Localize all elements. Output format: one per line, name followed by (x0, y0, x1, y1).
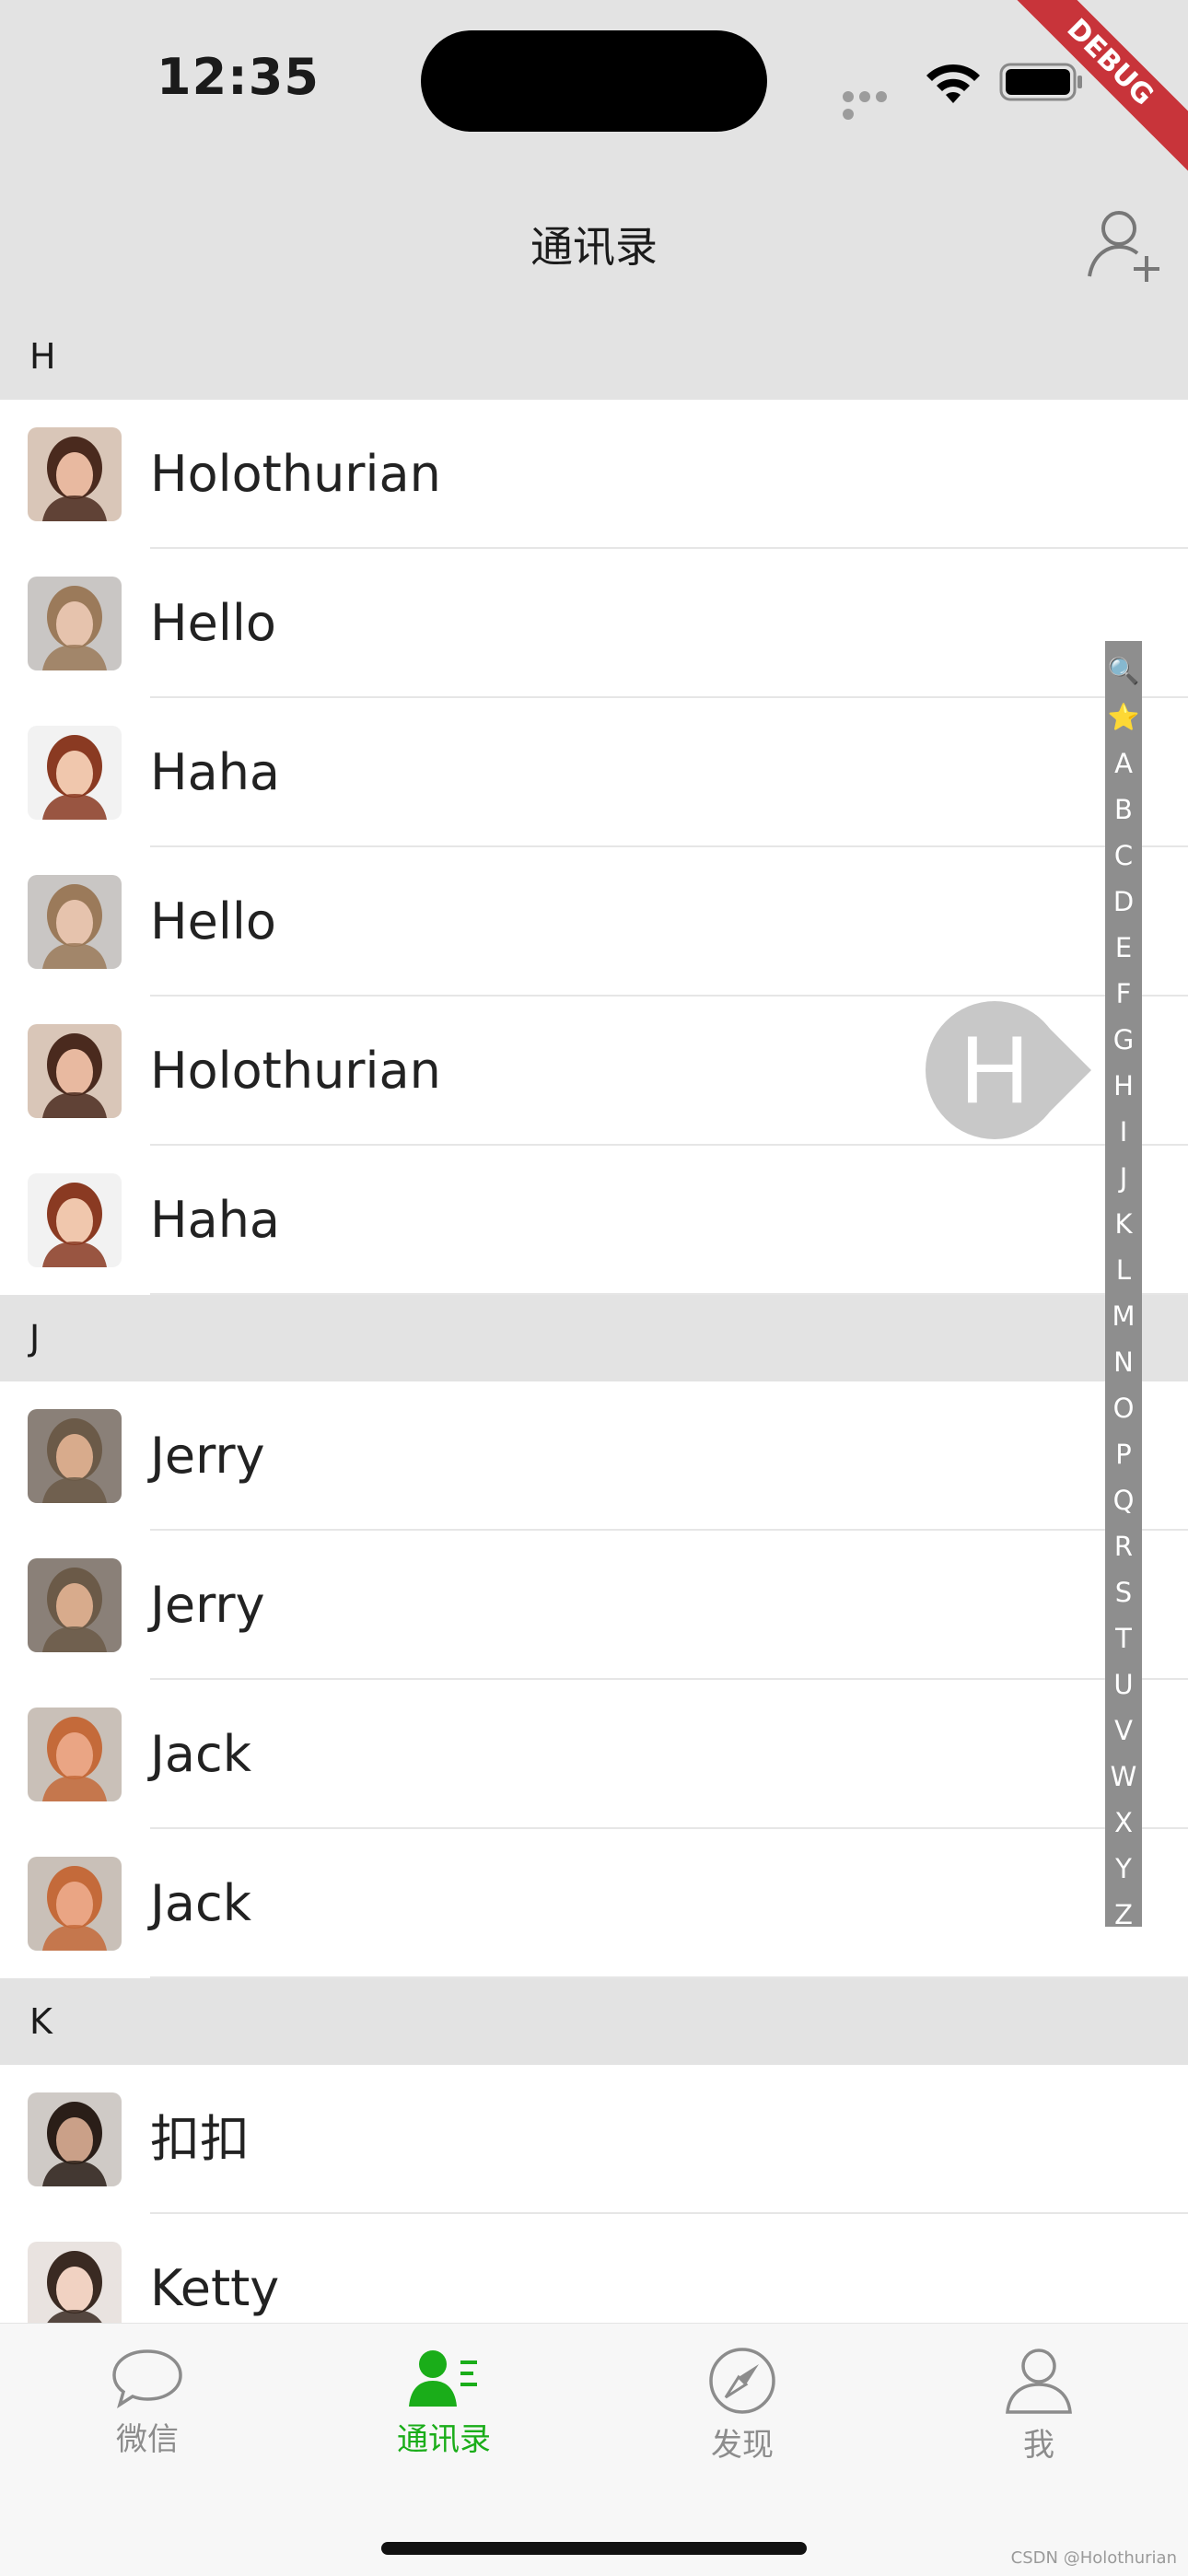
contact-row[interactable]: Ketty (0, 2214, 1188, 2323)
contact-name: Jerry (150, 1427, 265, 1485)
index-letter[interactable]: O (1105, 1385, 1142, 1431)
tab-contacts[interactable]: 通讯录 (352, 2346, 536, 2475)
contact-name: 扣扣 (150, 2110, 250, 2168)
debug-label: DEBUG (1004, 0, 1188, 184)
index-letter[interactable]: J (1105, 1155, 1142, 1201)
index-letter[interactable]: D (1105, 879, 1142, 925)
avatar (28, 427, 122, 521)
contact-name: Haha (150, 743, 281, 801)
alphabet-index-bar[interactable]: 🔍 ⭐ A B C D E F G H I J K L M N O P Q R S T U V W X Y Z (1105, 641, 1142, 1930)
contact-row[interactable]: Hello (0, 549, 1188, 698)
index-letter[interactable]: L (1105, 1247, 1142, 1293)
contact-row[interactable]: 扣扣 (0, 2065, 1188, 2214)
avatar (28, 1857, 122, 1951)
index-letter[interactable]: G (1105, 1017, 1142, 1063)
status-time: 12:35 (157, 48, 320, 106)
index-letter[interactable]: N (1105, 1339, 1142, 1385)
avatar (28, 1708, 122, 1801)
tab-discover-label: 发现 (711, 2427, 774, 2464)
tab-chats[interactable]: 微信 (55, 2346, 239, 2475)
contact-list[interactable]: H Holothurian Hello Haha Hello Holothuri… (0, 313, 1188, 2323)
status-bar: 12:35 DEBUG (0, 0, 1188, 184)
index-letter[interactable]: R (1105, 1523, 1142, 1569)
signal-icon (843, 88, 907, 120)
avatar (28, 2092, 122, 2186)
index-letter[interactable]: Q (1105, 1477, 1142, 1523)
contact-name: Jack (150, 1874, 251, 1932)
contact-row[interactable]: Jerry (0, 1381, 1188, 1531)
chat-bubble-icon (112, 2349, 182, 2408)
contact-row[interactable]: Haha (0, 1146, 1188, 1295)
tab-discover[interactable]: 发现 (650, 2346, 834, 2475)
contact-row[interactable]: Jerry (0, 1531, 1188, 1680)
tab-contacts-label: 通讯录 (397, 2421, 491, 2458)
tab-chats-label: 微信 (116, 2421, 179, 2458)
person-icon (1006, 2349, 1072, 2414)
contact-row[interactable]: Jack (0, 1829, 1188, 1978)
section-header: J (0, 1295, 1188, 1381)
index-letter[interactable]: X (1105, 1800, 1142, 1846)
index-bubble-letter: H (960, 1017, 1030, 1124)
index-search-icon[interactable]: 🔍 (1105, 648, 1142, 694)
section-header: H (0, 313, 1188, 400)
index-letter[interactable]: C (1105, 833, 1142, 879)
add-contact-icon[interactable] (1082, 203, 1165, 286)
index-star-icon[interactable]: ⭐ (1105, 694, 1142, 740)
tab-me-label: 我 (1023, 2427, 1054, 2464)
index-letter[interactable]: M (1105, 1293, 1142, 1339)
contact-name: Hello (150, 892, 276, 950)
index-letter[interactable]: W (1105, 1754, 1142, 1800)
avatar (28, 1409, 122, 1503)
index-letter[interactable]: P (1105, 1431, 1142, 1477)
index-letter[interactable]: T (1105, 1615, 1142, 1661)
tab-bar: 微信 通讯录 发现 我 (0, 2323, 1188, 2576)
index-letter[interactable]: Z (1105, 1892, 1142, 1938)
avatar (28, 577, 122, 670)
index-letter[interactable]: H (1105, 1063, 1142, 1109)
avatar (28, 875, 122, 969)
index-letter[interactable]: B (1105, 787, 1142, 833)
avatar (28, 2242, 122, 2323)
home-indicator[interactable] (381, 2542, 807, 2555)
index-letter[interactable]: K (1105, 1201, 1142, 1247)
avatar (28, 726, 122, 820)
contact-name: Holothurian (150, 1042, 441, 1100)
avatar (28, 1558, 122, 1652)
contact-row[interactable]: Holothurian (0, 400, 1188, 549)
index-letter[interactable]: U (1105, 1661, 1142, 1708)
index-letter[interactable]: I (1105, 1109, 1142, 1155)
contact-name: Haha (150, 1191, 281, 1249)
row-divider (150, 1976, 1188, 1978)
contact-name: Holothurian (150, 445, 441, 503)
avatar (28, 1024, 122, 1118)
tab-me[interactable]: 我 (947, 2346, 1131, 2475)
contact-name: Jack (150, 1725, 251, 1783)
index-letter[interactable]: S (1105, 1569, 1142, 1615)
navigation-bar: 通讯录 (0, 175, 1188, 313)
contact-name: Jerry (150, 1576, 265, 1634)
wifi-icon (926, 64, 980, 103)
contact-row[interactable]: Hello (0, 847, 1188, 997)
contact-name: Hello (150, 594, 276, 652)
row-divider (150, 1293, 1188, 1295)
index-letter[interactable]: E (1105, 925, 1142, 971)
index-letter[interactable]: F (1105, 971, 1142, 1017)
section-header: K (0, 1978, 1188, 2065)
avatar (28, 1173, 122, 1267)
contact-name: Ketty (150, 2259, 280, 2317)
contact-row[interactable]: Jack (0, 1680, 1188, 1829)
index-letter[interactable]: A (1105, 740, 1142, 787)
contacts-icon (409, 2350, 477, 2407)
dynamic-island (421, 30, 767, 132)
compass-icon (709, 2348, 775, 2414)
watermark: CSDN @Holothurian (1010, 2548, 1177, 2568)
debug-banner: DEBUG (1004, 0, 1188, 184)
page-title: 通讯录 (530, 222, 658, 272)
contact-row[interactable]: Haha (0, 698, 1188, 847)
index-letter[interactable]: Y (1105, 1846, 1142, 1892)
index-letter[interactable]: V (1105, 1708, 1142, 1754)
